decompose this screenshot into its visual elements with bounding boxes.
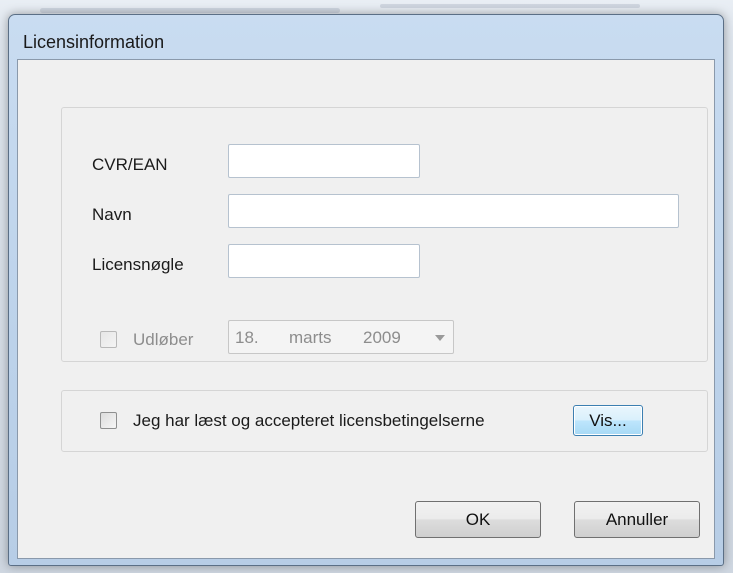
cvr-ean-input[interactable] [228,144,420,178]
background-blur [40,8,340,13]
dialog-title: Licensinformation [23,32,165,52]
chevron-down-icon[interactable] [435,335,445,341]
cvr-ean-label: CVR/EAN [92,155,168,174]
expiry-day: 18. [235,328,259,347]
license-key-label: Licensnøgle [92,255,184,274]
accept-terms-checkbox[interactable] [100,412,117,429]
expiry-date-picker[interactable]: 18. marts 2009 [228,320,454,354]
cancel-button[interactable]: Annuller [574,501,700,538]
navn-input[interactable] [228,194,679,228]
expires-label: Udløber [133,330,194,349]
background-blur [380,4,640,8]
expires-checkbox[interactable] [100,331,117,348]
expiry-year: 2009 [363,328,401,347]
navn-label: Navn [92,205,132,224]
license-dialog: Licensinformation CVR/EAN Navn Licensnøg… [8,14,724,566]
license-key-input[interactable] [228,244,420,278]
ok-button[interactable]: OK [415,501,541,538]
expiry-month: marts [289,328,332,347]
dialog-body: CVR/EAN Navn Licensnøgle Udløber 18. mar… [17,59,715,559]
view-terms-button[interactable]: Vis... [573,405,643,436]
title-bar[interactable]: Licensinformation [9,15,723,57]
accept-terms-label[interactable]: Jeg har læst og accepteret licensbetinge… [133,411,485,431]
